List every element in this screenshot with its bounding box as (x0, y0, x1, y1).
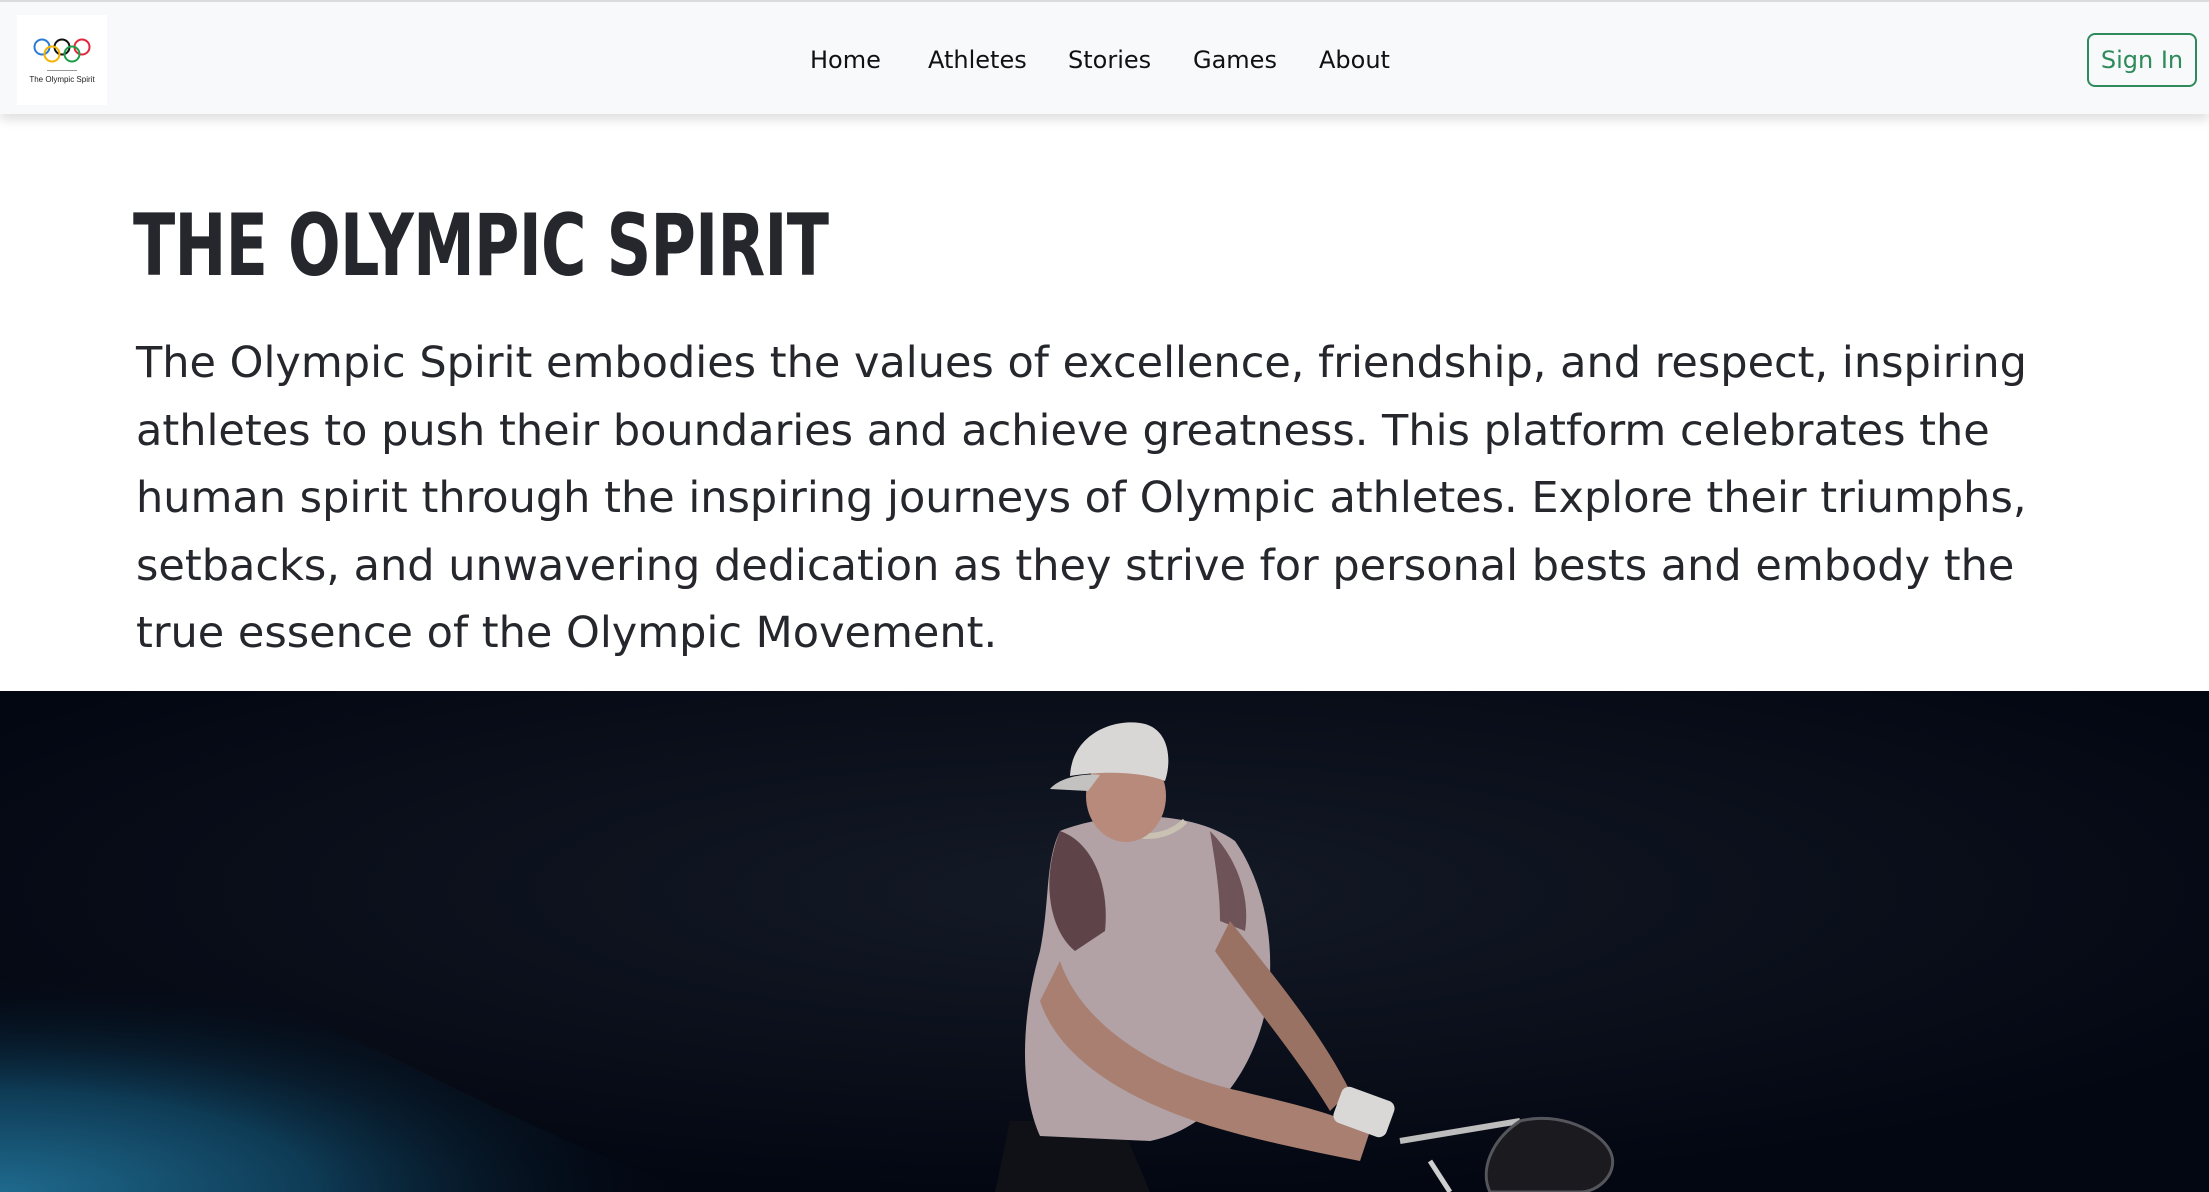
page-title: THE OLYMPIC SPIRIT (133, 196, 829, 296)
hero-description: The Olympic Spirit embodies the values o… (136, 338, 2027, 658)
nav-link-athletes[interactable]: Athletes (928, 46, 1027, 74)
top-navbar: The Olympic Spirit Home Athletes Stories… (0, 0, 2209, 114)
tennis-player-photo (0, 691, 2209, 1192)
nav-link-games[interactable]: Games (1193, 46, 1277, 74)
sign-in-button[interactable]: Sign In (2087, 33, 2197, 87)
nav-link-home[interactable]: Home (810, 46, 881, 74)
nav-link-about[interactable]: About (1319, 46, 1390, 74)
site-logo[interactable]: The Olympic Spirit (17, 15, 107, 105)
main-nav: Home Athletes Stories Games About (0, 2, 2209, 116)
nav-link-stories[interactable]: Stories (1068, 46, 1151, 74)
hero-image (0, 691, 2209, 1192)
olympic-rings-icon (33, 38, 91, 62)
logo-text: The Olympic Spirit (29, 74, 95, 84)
logo-divider (47, 69, 77, 71)
